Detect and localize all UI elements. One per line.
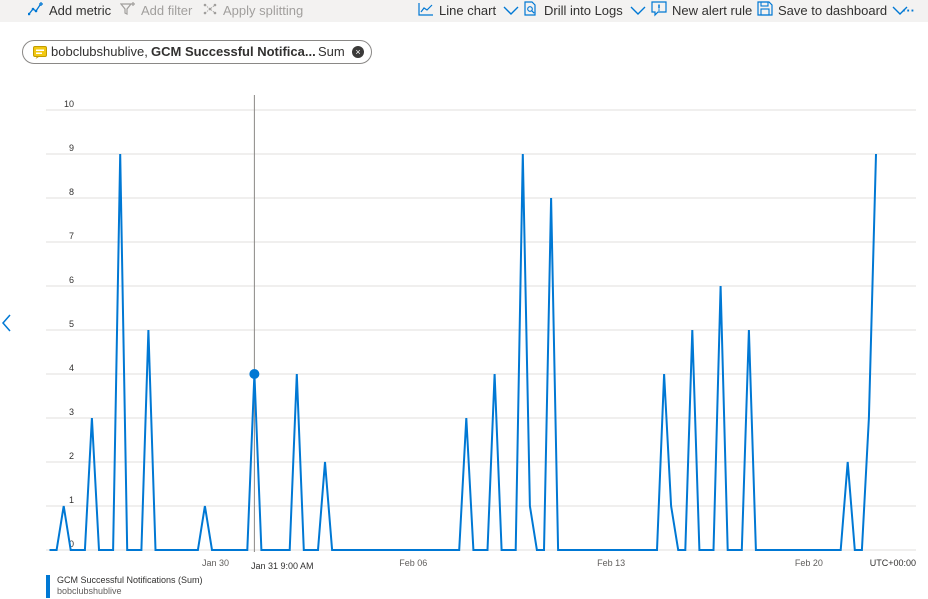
drill-into-logs-dropdown[interactable]: Drill into Logs (523, 0, 646, 20)
y-tick-label: 10 (64, 99, 74, 109)
splitting-icon (202, 2, 218, 19)
metric-pill-resource: bobclubshublive, (51, 44, 148, 59)
y-tick-label: 2 (69, 451, 74, 461)
chart-type-label: Line chart (439, 2, 497, 18)
add-metric-button[interactable]: Add metric (27, 0, 112, 20)
chevron-down-icon (630, 3, 646, 18)
y-tick-label: 1 (69, 495, 74, 505)
legend-resource-name: bobclubshublive (57, 586, 122, 596)
alert-icon (651, 0, 667, 20)
y-axis-ticks: 012345678910 (64, 99, 74, 549)
y-tick-label: 3 (69, 407, 74, 417)
new-alert-rule-button[interactable]: New alert rule (651, 0, 752, 20)
apply-splitting-label: Apply splitting (223, 2, 304, 18)
apply-splitting-button[interactable]: Apply splitting (202, 0, 303, 20)
more-icon: ··· (902, 2, 915, 18)
drill-into-logs-label: Drill into Logs (544, 2, 623, 18)
series-line-gcm-successful-notifications (49, 153, 877, 551)
add-filter-label: Add filter (141, 2, 193, 18)
save-icon (757, 1, 773, 19)
line-chart[interactable]: 012345678910 Jan 30 Feb 06 Feb 13 Feb 20 UT… (0, 80, 928, 575)
add-metric-label: Add metric (49, 2, 112, 18)
y-tick-label: 4 (69, 363, 74, 373)
x-tick-label: Feb 06 (399, 558, 427, 568)
logs-icon (523, 1, 539, 19)
timezone-label: UTC+00:00 (870, 558, 916, 568)
legend-swatch (46, 575, 50, 598)
x-tick-label: Jan 30 (202, 558, 229, 568)
y-tick-label: 5 (69, 319, 74, 329)
metric-pill[interactable]: bobclubshublive, GCM Successful Notifica… (22, 40, 372, 64)
chart-type-dropdown[interactable]: Line chart (418, 0, 519, 20)
metric-pill-aggregation: Sum (318, 44, 345, 59)
legend-metric-name: GCM Successful Notifications (Sum) (57, 575, 203, 585)
chevron-down-icon (503, 3, 519, 18)
legend-entry: GCM Successful Notifications (Sum) bobcl… (57, 575, 203, 597)
y-tick-label: 6 (69, 275, 74, 285)
cursor-time-label: Jan 31 9:00 AM (250, 561, 315, 571)
save-to-dashboard-dropdown[interactable]: Save to dashboard (757, 0, 908, 20)
line-chart-icon (418, 2, 434, 19)
chart-legend[interactable]: GCM Successful Notifications (Sum) bobcl… (46, 575, 203, 599)
command-bar: Add metric Add filter Apply splitting Li… (0, 0, 928, 22)
x-tick-label: Feb 13 (597, 558, 625, 568)
y-tick-label: 9 (69, 143, 74, 153)
chart-cursor-point (249, 369, 260, 379)
save-to-dashboard-label: Save to dashboard (778, 2, 888, 18)
more-button[interactable]: ··· (902, 0, 915, 20)
y-tick-label: 8 (69, 187, 74, 197)
x-tick-label: Feb 20 (795, 558, 823, 568)
metric-resource-icon (33, 46, 47, 62)
new-alert-rule-label: New alert rule (672, 2, 753, 18)
filter-icon (119, 1, 136, 19)
chart-grid (46, 109, 916, 551)
add-metric-icon (27, 1, 44, 19)
add-filter-button[interactable]: Add filter (119, 0, 193, 20)
close-icon[interactable]: × (352, 46, 364, 58)
y-tick-label: 7 (69, 231, 74, 241)
metric-pill-metric: GCM Successful Notifica... (151, 44, 316, 59)
